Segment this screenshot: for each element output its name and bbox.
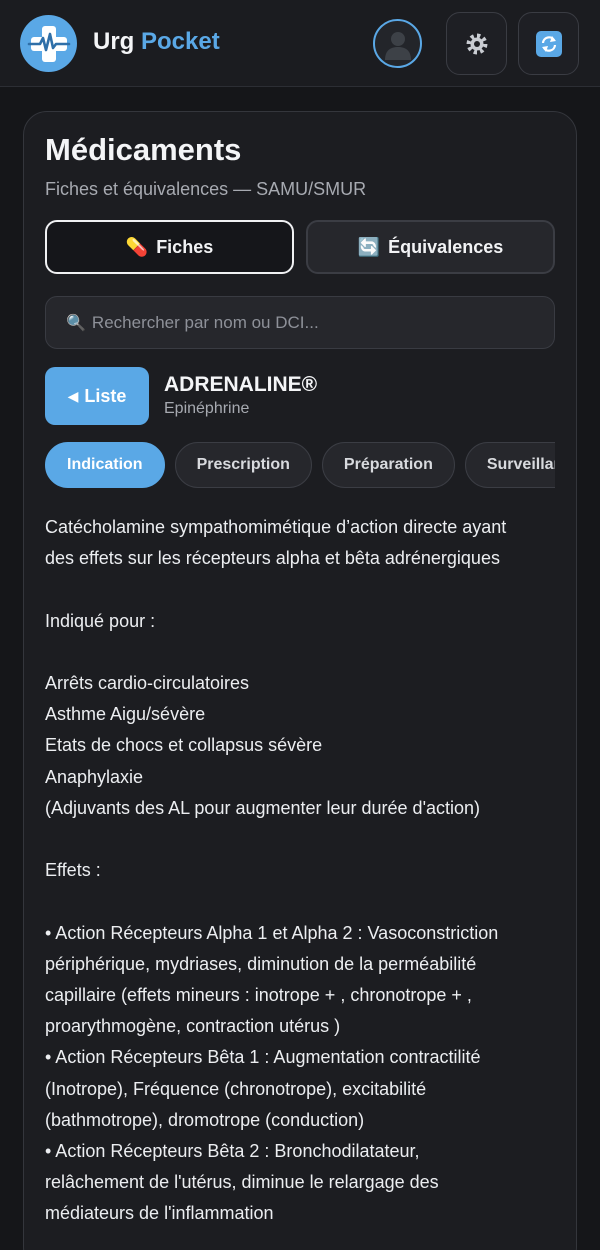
refresh-emoji-icon: 🔄 [357,236,381,257]
content-line: proarythmogène, contraction utérus ) [45,1016,341,1037]
pill-icon: 💊 [125,236,149,257]
back-to-list-label: Liste [84,385,127,406]
content-line: capillaire (effets mineurs : inotrope + … [45,984,472,1005]
content-line [45,824,557,855]
app-header: Urg Pocket [0,0,600,87]
content-line: (Inotrope), Fréquence (chronotrope), exc… [45,1078,427,1099]
content-line: relâchement de l'utérus, diminue le rela… [45,1172,439,1193]
tab-indication[interactable]: Indication [45,442,165,488]
medical-cross-ecg-icon[interactable] [20,15,77,72]
back-arrow-icon: ◀ [67,387,79,404]
content-line: Effets : [45,860,101,881]
content-line: • Action Récepteurs Bêta 2 : Bronchodila… [45,1141,420,1161]
content-line [45,886,557,917]
content-line: (Adjuvants des AL pour augmenter leur du… [45,797,481,818]
indication-content: Catécholamine sympathomimétique d’action… [45,512,557,1230]
user-silhouette-icon [384,31,411,60]
tab-prescription[interactable]: Prescription [174,442,312,488]
segment-equivalences-label: Équivalences [388,236,504,257]
refresh-icon [535,30,562,57]
gear-icon [464,31,490,57]
search-icon: 🔍 [66,314,86,332]
tab-preparation[interactable]: Préparation [321,442,455,488]
page-subtitle: Fiches et équivalences — SAMU/SMUR [45,179,367,199]
content-line: • Action Récepteurs Bêta 1 : Augmentatio… [45,1047,481,1068]
app-title-part1: Urg [93,28,135,55]
drug-dci: Epinéphrine [164,400,250,417]
content-line: Etats de chocs et collapsus sévère [45,735,323,756]
settings-button[interactable] [446,12,507,75]
refresh-button[interactable] [518,12,579,75]
content-line: périphérique, mydriases, diminution de l… [45,953,477,974]
segment-fiches[interactable]: 💊 Fiches [45,220,294,274]
drug-name: ADRENALINE® [164,373,318,396]
segment-fiches-label: Fiches [156,236,214,257]
user-avatar[interactable] [373,19,422,68]
search-input[interactable] [91,312,532,333]
tab-surveillance[interactable]: Surveillance [464,442,555,488]
content-line: Catécholamine sympathomimétique d’action… [45,517,507,537]
content-line: Anaphylaxie [45,766,144,787]
content-line: Asthme Aigu/sévère [45,704,206,725]
content-line: médiateurs de l'inflammation [45,1203,274,1224]
content-line: (bathmotrope), dromotrope (conduction) [45,1109,365,1130]
app-title-part2: Pocket [141,28,220,55]
section-tabs[interactable]: Indication Prescription Préparation Surv… [45,442,555,490]
app-title: Urg Pocket [93,28,220,56]
content-line [45,637,557,668]
content-line: des effets sur les récepteurs alpha et b… [45,548,500,569]
page-title: Médicaments [45,132,242,167]
back-to-list-button[interactable]: ◀ Liste [45,367,149,425]
content-line: • Action Récepteurs Alpha 1 et Alpha 2 :… [45,922,499,943]
content-line: Indiqué pour : [45,610,156,631]
content-line [45,574,557,605]
segment-equivalences[interactable]: 🔄 Équivalences [306,220,555,274]
content-line: Arrêts cardio-circulatoires [45,672,250,693]
search-bar[interactable]: 🔍 [45,296,555,349]
